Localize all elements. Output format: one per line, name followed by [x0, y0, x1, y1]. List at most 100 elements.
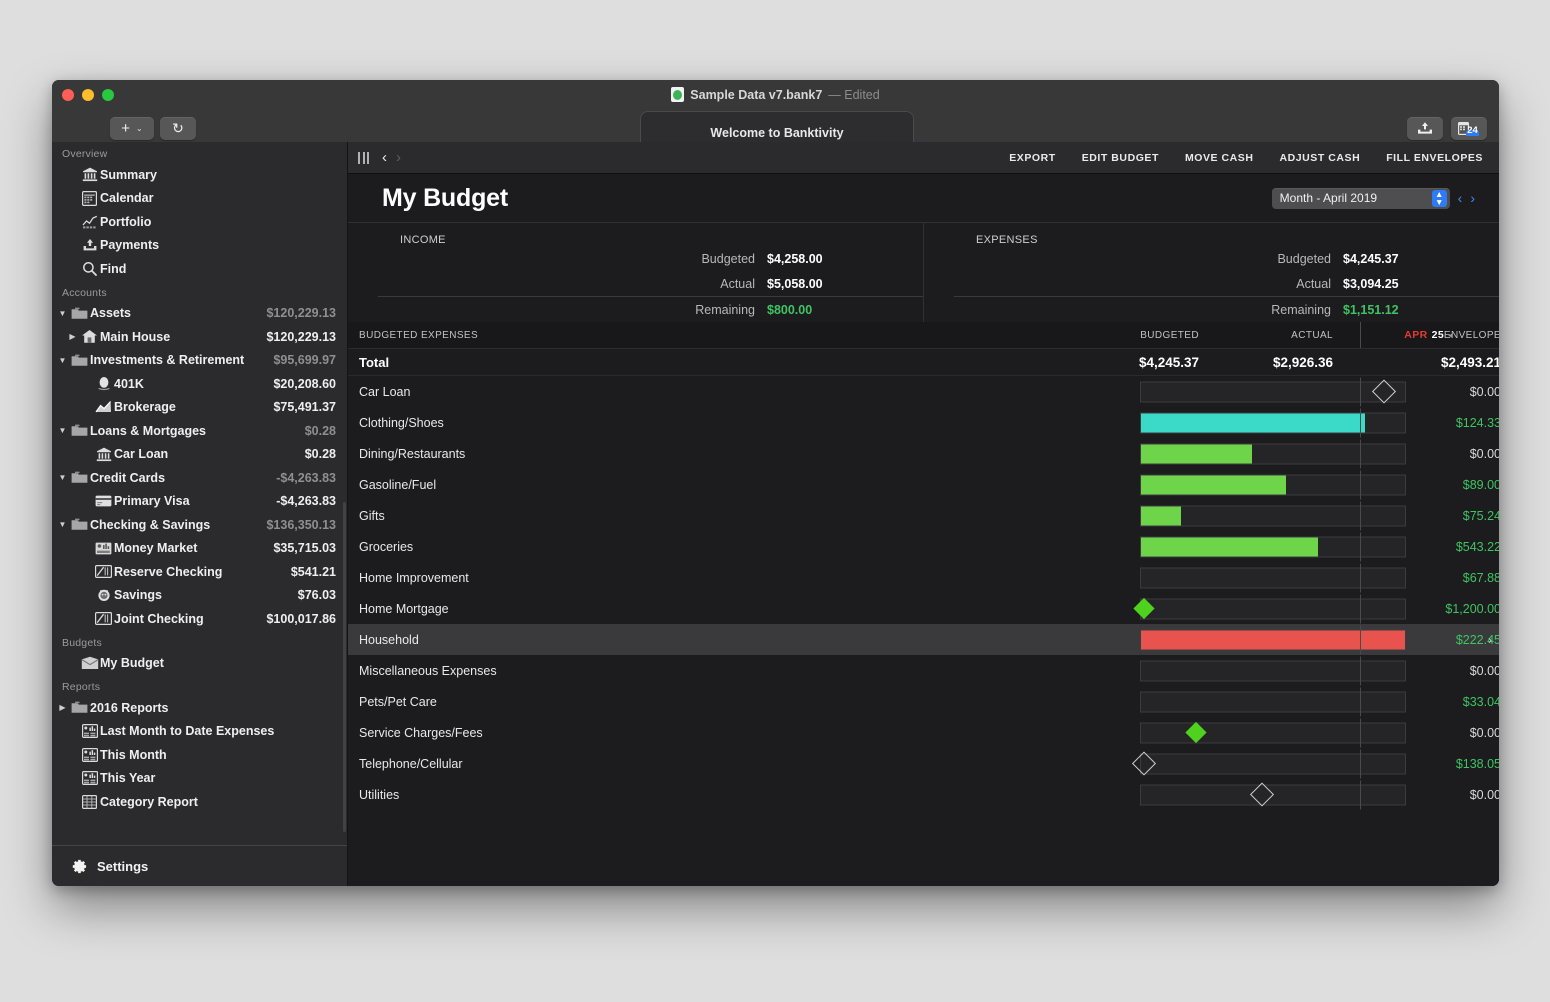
desktop-background: Sample Data v7.bank7 — Edited + ⌄ ↻ Welc…: [0, 0, 1550, 1002]
table-row[interactable]: Dining/Restaurants$350.00$145.58$0.00: [348, 438, 1499, 469]
disclosure-open-icon[interactable]: ▼: [56, 520, 69, 529]
sidebar-item-settings[interactable]: Settings: [52, 845, 347, 886]
disclosure-open-icon[interactable]: ▼: [56, 473, 69, 482]
add-button[interactable]: + ⌄: [110, 117, 154, 140]
sidebar-item-portfolio[interactable]: Portfolio: [52, 210, 347, 234]
table-row[interactable]: Pets/Pet Care$200.00$0.00$33.04: [348, 686, 1499, 717]
refresh-icon: ↻: [172, 120, 184, 136]
toolbar-action-fill-envelopes[interactable]: FILL ENVELOPES: [1386, 152, 1483, 164]
table-row[interactable]: Utilities$107.00$0.00$0.00: [348, 779, 1499, 810]
sidebar-item-reserve-checking[interactable]: Reserve Checking $541.21: [52, 560, 347, 584]
sidebar-item-brokerage[interactable]: Brokerage $75,491.37: [52, 396, 347, 420]
sidebar-item-2016-reports[interactable]: ▶ 2016 Reports: [52, 696, 347, 720]
sidebar-item-savings[interactable]: Savings $76.03: [52, 584, 347, 608]
sidebar-item-checking-savings[interactable]: ▼ Checking & Savings $136,350.13: [52, 513, 347, 537]
disclosure-open-icon[interactable]: ▼: [56, 356, 69, 365]
row-category-name: Utilities: [359, 787, 400, 802]
table-row[interactable]: Home Mortgage$1,200.00$1,200.00$1,200.00: [348, 593, 1499, 624]
sidebar-toggle-icon[interactable]: [354, 151, 373, 164]
row-category-name: Miscellaneous Expenses: [359, 663, 497, 678]
sidebar-item-amount: $35,715.03: [273, 541, 336, 556]
table-row[interactable]: Service Charges/Fees$5.00$5.00$0.00: [348, 717, 1499, 748]
disclosure-open-icon[interactable]: ▼: [56, 309, 69, 318]
row-marker-hollow-icon[interactable]: [1250, 782, 1275, 807]
table-row[interactable]: Home Improvement$220.00$0.00$67.88: [348, 562, 1499, 593]
sidebar-scrollbar[interactable]: [343, 502, 346, 832]
row-today-marker-line: [1360, 377, 1361, 406]
sidebar-item-this-year[interactable]: This Year: [52, 767, 347, 791]
toolbar-action-adjust-cash[interactable]: ADJUST CASH: [1279, 152, 1360, 164]
sidebar-item-amount: $136,350.13: [266, 517, 336, 532]
table-row[interactable]: Groceries$900.00$604.66$543.22: [348, 531, 1499, 562]
toolbar-action-edit-budget[interactable]: EDIT BUDGET: [1082, 152, 1159, 164]
sidebar-item-car-loan[interactable]: Car Loan $0.28: [52, 443, 347, 467]
sidebar-item-assets[interactable]: ▼ Assets $120,229.13: [52, 302, 347, 326]
row-marker-hollow-icon[interactable]: [1131, 751, 1156, 776]
sidebar-item-category-report[interactable]: Category Report: [52, 790, 347, 814]
sidebar-item-amount: $120,229.13: [266, 329, 336, 344]
sidebar-item-amount: $75,491.37: [273, 400, 336, 415]
sidebar-item-label: Find: [100, 261, 127, 276]
sidebar: Overview Summary Calendar Portfolio Payments…: [52, 142, 348, 886]
stepper-icon[interactable]: ▲ ▼: [1431, 189, 1447, 207]
sidebar-item-credit-cards[interactable]: ▼ Credit Cards -$4,263.83: [52, 466, 347, 490]
sidebar-item-label: Calendar: [100, 191, 154, 206]
sidebar-item-summary[interactable]: Summary: [52, 163, 347, 187]
row-category-name: Home Mortgage: [359, 601, 449, 616]
table-row[interactable]: Miscellaneous Expenses$100.00$0.00$0.00: [348, 655, 1499, 686]
sidebar-item-this-month[interactable]: This Month: [52, 743, 347, 767]
sidebar-item-find[interactable]: Find: [52, 257, 347, 281]
budget-table-rows: Car Loan$400.00$0.00$0.00Clothing/Shoes$…: [348, 376, 1499, 810]
row-marker-hollow-icon[interactable]: [1371, 379, 1396, 404]
sidebar-item-joint-checking[interactable]: Joint Checking $100,017.86: [52, 607, 347, 631]
row-marker-filled-icon[interactable]: [1185, 721, 1208, 744]
sidebar-item-calendar[interactable]: Calendar: [52, 187, 347, 211]
sidebar-item-label: This Year: [100, 771, 156, 786]
disclosure-open-icon[interactable]: ▼: [56, 426, 69, 435]
calendar-badge-button[interactable]: 24: [1451, 117, 1487, 140]
sidebar-item-label: Last Month to Date Expenses: [100, 724, 275, 739]
sidebar-item-401k[interactable]: 401K $20,208.60: [52, 372, 347, 396]
row-today-marker-line: [1360, 625, 1361, 654]
sidebar-item-loans-mortgages[interactable]: ▼ Loans & Mortgages $0.28: [52, 419, 347, 443]
toolbar-action-move-cash[interactable]: MOVE CASH: [1185, 152, 1254, 164]
period-select[interactable]: Month - April 2019 ▲ ▼: [1271, 187, 1450, 209]
back-icon[interactable]: ‹: [382, 150, 387, 165]
sidebar-item-main-house[interactable]: ▶ Main House $120,229.13: [52, 325, 347, 349]
row-progress-track: [1140, 780, 1406, 809]
table-row[interactable]: Telephone/Cellular$138.05$0.00$138.05: [348, 748, 1499, 779]
sidebar-item-primary-visa[interactable]: Primary Visa -$4,263.83: [52, 490, 347, 514]
folder-icon: [69, 354, 90, 367]
table-row[interactable]: Clothing/Shoes$100.00$85.00$124.33: [348, 407, 1499, 438]
sidebar-item-label: Savings: [114, 588, 162, 603]
table-row[interactable]: Gifts$200.00$29.44$75.24: [348, 500, 1499, 531]
expenses-actual-row: Actual $3,094.25: [924, 271, 1499, 296]
sidebar-item-my-budget[interactable]: My Budget: [52, 652, 347, 676]
sidebar-scroll-area[interactable]: Overview Summary Calendar Portfolio Payments…: [52, 142, 347, 846]
disclosure-closed-icon[interactable]: ▶: [66, 332, 79, 341]
row-detail-chevron-icon[interactable]: ›: [1488, 633, 1492, 647]
sidebar-item-investments-retirement[interactable]: ▼ Investments & Retirement $95,699.97: [52, 349, 347, 373]
forward-icon[interactable]: ›: [396, 150, 401, 165]
sidebar-item-last-month-to-date-expenses[interactable]: Last Month to Date Expenses: [52, 720, 347, 744]
expenses-remaining-label: Remaining: [1271, 302, 1331, 317]
table-bottom-fade: [348, 876, 1499, 886]
sidebar-item-money-market[interactable]: Money Market $35,715.03: [52, 537, 347, 561]
sidebar-item-label: Credit Cards: [90, 470, 166, 485]
refresh-button[interactable]: ↻: [160, 117, 196, 140]
prev-period-button[interactable]: ‹: [1458, 191, 1463, 205]
sidebar-item-amount: $0.28: [304, 447, 336, 462]
row-today-marker-line: [1360, 563, 1361, 592]
next-period-button[interactable]: ›: [1470, 191, 1475, 205]
table-row[interactable]: Car Loan$400.00$0.00$0.00: [348, 376, 1499, 407]
export-tray-button[interactable]: [1407, 117, 1443, 140]
table-row[interactable]: Gasoline/Fuel$175.00$95.23$89.00: [348, 469, 1499, 500]
column-header-actual: ACTUAL: [1291, 329, 1333, 341]
sidebar-item-payments[interactable]: Payments: [52, 234, 347, 258]
sidebar-item-label: 2016 Reports: [90, 700, 169, 715]
income-remaining-row: Remaining $800.00: [378, 296, 923, 322]
table-row[interactable]: Household$150.00$761.45$222.45›: [348, 624, 1499, 655]
toolbar-action-export[interactable]: EXPORT: [1009, 152, 1055, 164]
document-edited-label: — Edited: [828, 87, 880, 102]
disclosure-closed-icon[interactable]: ▶: [56, 703, 69, 712]
